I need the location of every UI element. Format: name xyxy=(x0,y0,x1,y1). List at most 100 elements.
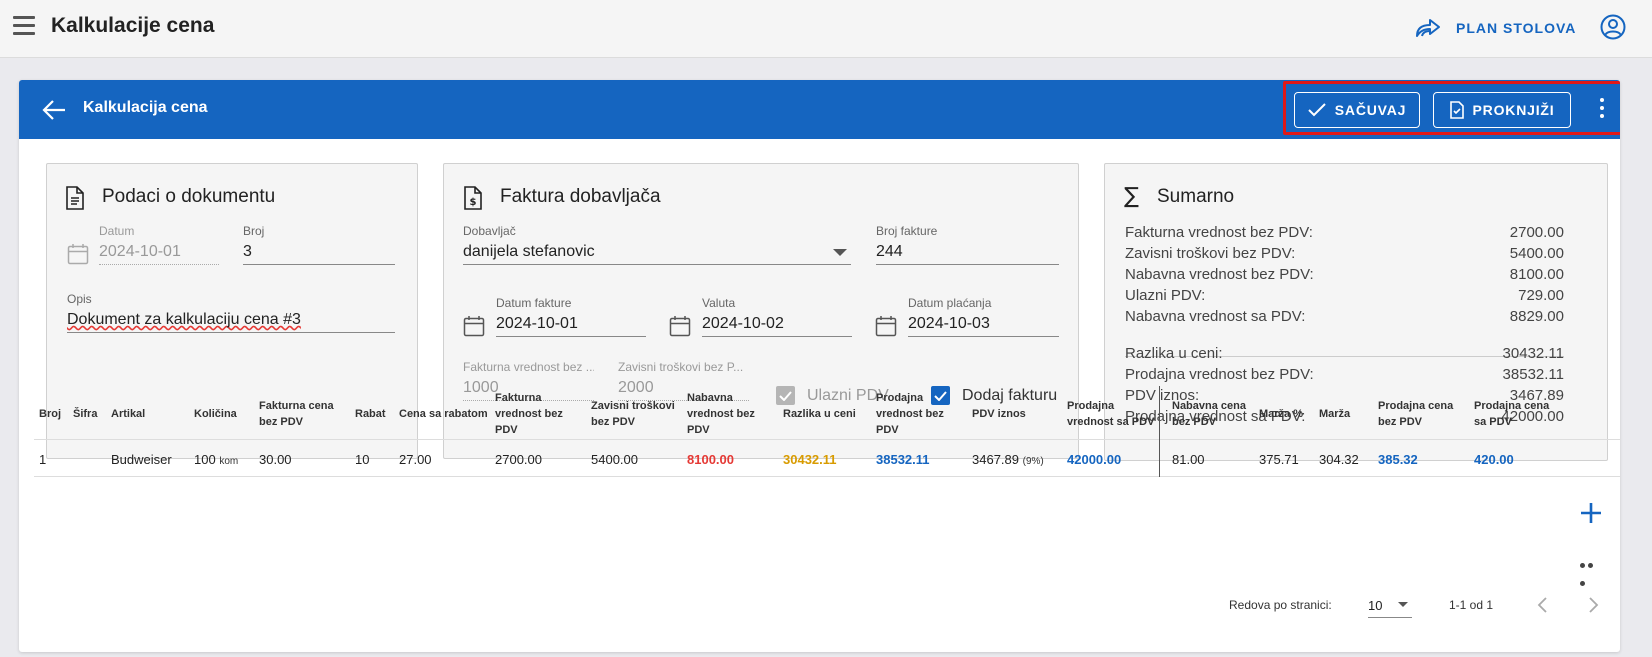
datum-fakture-value[interactable]: 2024-10-01 xyxy=(496,315,646,337)
valuta-value[interactable]: 2024-10-02 xyxy=(702,315,852,337)
summary-label: Fakturna vrednost bez PDV: xyxy=(1125,224,1313,241)
plan-stolova-label: PLAN STOLOVA xyxy=(1456,20,1577,36)
broj-label: Broj xyxy=(243,224,265,238)
dropdown-arrow-icon[interactable] xyxy=(833,249,847,256)
menu-icon[interactable] xyxy=(13,16,35,36)
col-pdv-iznos[interactable]: PDV iznos xyxy=(972,406,1026,422)
table-header: Broj Šifra Artikal Količina Fakturna cen… xyxy=(34,386,1620,440)
col-fakturna-vrednost[interactable]: Fakturna vrednost bez PDV xyxy=(495,390,563,438)
broj-value[interactable]: 3 xyxy=(243,243,395,265)
datum-fakture-label: Datum fakture xyxy=(496,296,572,310)
kolicina-value: 100 xyxy=(194,452,216,467)
plan-stolova-button[interactable]: PLAN STOLOVA xyxy=(1414,14,1576,42)
account-icon[interactable] xyxy=(1600,14,1626,40)
col-marza[interactable]: Marža xyxy=(1319,406,1350,422)
col-label: bez PDV xyxy=(1172,416,1217,428)
col-label: vrednost bez xyxy=(876,408,944,420)
col-cena-sa-rabatom[interactable]: Cena sa rabatom xyxy=(399,406,488,422)
check-icon xyxy=(1308,103,1326,117)
col-broj[interactable]: Broj xyxy=(39,406,61,422)
summary-label: Razlika u ceni: xyxy=(1125,345,1223,362)
broj-fakture-value[interactable]: 244 xyxy=(876,243,1059,265)
col-label: Prodajna xyxy=(876,392,924,404)
calendar-icon[interactable] xyxy=(875,315,897,337)
summary-value: 5400.00 xyxy=(1509,245,1564,262)
col-sifra[interactable]: Šifra xyxy=(73,406,97,422)
col-rabat[interactable]: Rabat xyxy=(355,406,386,422)
document-check-icon xyxy=(1449,101,1464,119)
dobavljac-label: Dobavljač xyxy=(463,224,516,238)
col-marza-pct[interactable]: Marža % xyxy=(1259,406,1303,422)
more-horiz-icon[interactable] xyxy=(1580,555,1602,586)
col-kolicina[interactable]: Količina xyxy=(194,406,237,422)
save-button[interactable]: SAČUVAJ xyxy=(1294,92,1420,128)
summary-row: Zavisni troškovi bez PDV: 5400.00 xyxy=(1125,245,1564,262)
col-prodajna-sa-pdv[interactable]: Prodajna vrednost sa PDV xyxy=(1067,398,1154,430)
rows-per-page-select[interactable]: 10 xyxy=(1368,594,1412,618)
col-label: vrednost bez xyxy=(687,408,755,420)
cell-pdv-iznos: 3467.89 (9%) xyxy=(972,452,1044,467)
opis-label: Opis xyxy=(67,292,92,306)
summary-row: Fakturna vrednost bez PDV: 2700.00 xyxy=(1125,224,1564,241)
kolicina-unit: kom xyxy=(219,456,239,467)
opis-text: Dokument za kalkulaciju cena #3 xyxy=(67,311,301,328)
col-razlika[interactable]: Razlika u ceni xyxy=(783,406,856,422)
dobavljac-field[interactable]: Dobavljač danijela stefanovic xyxy=(463,224,851,265)
add-row-icon[interactable] xyxy=(1578,500,1604,526)
invoice-dollar-icon: $ xyxy=(464,186,482,210)
dobavljac-value[interactable]: danijela stefanovic xyxy=(463,243,851,265)
col-prodajna-vrednost[interactable]: Prodajna vrednost bez PDV xyxy=(876,390,944,438)
col-nabavna-vrednost[interactable]: Nabavna vrednost bez PDV xyxy=(687,390,755,438)
opis-value[interactable]: Dokument za kalkulaciju cena #3 xyxy=(67,311,395,333)
col-label: Fakturna xyxy=(495,392,542,404)
col-prodajna-cena-sa[interactable]: Prodajna cena sa PDV xyxy=(1474,398,1549,430)
col-label: PDV xyxy=(876,424,899,436)
datum-fakture-field[interactable]: Datum fakture 2024-10-01 xyxy=(496,296,646,337)
calendar-icon[interactable] xyxy=(669,315,691,337)
col-label: Prodajna cena xyxy=(1378,400,1454,412)
pdv-pct: (9%) xyxy=(1022,456,1044,467)
card-header: Kalkulacija cena SAČUVAJ PROKNJIŽI xyxy=(19,80,1620,139)
table-row[interactable]: 1 Budweiser 100 kom 30.00 10 27.00 2700.… xyxy=(34,441,1620,477)
datum-placanja-value[interactable]: 2024-10-03 xyxy=(908,315,1059,337)
col-nabavna-cena[interactable]: Nabavna cena bez PDV xyxy=(1172,398,1246,430)
document-icon xyxy=(66,186,84,210)
broj-fakture-label: Broj fakture xyxy=(876,224,938,238)
col-label: Prodajna cena xyxy=(1474,400,1550,412)
cell-marza-pct: 375.71 xyxy=(1259,452,1299,467)
invoice-panel-title: Faktura dobavljača xyxy=(500,186,661,207)
cell-fakturna-vrednost: 2700.00 xyxy=(495,452,542,467)
summary-row: Prodajna vrednost bez PDV: 38532.11 xyxy=(1125,366,1564,383)
back-arrow-icon[interactable] xyxy=(41,97,67,123)
col-label: vrednost sa PDV xyxy=(1067,416,1155,428)
cell-prodajna-sa-pdv: 42000.00 xyxy=(1067,452,1122,467)
col-label: Nabavna cena xyxy=(1172,400,1246,412)
summary-label: Nabavna vrednost bez PDV: xyxy=(1125,266,1314,283)
column-divider xyxy=(1159,386,1160,477)
valuta-field[interactable]: Valuta 2024-10-02 xyxy=(702,296,852,337)
chevron-right-icon[interactable] xyxy=(1585,596,1601,614)
cell-prodajna-cena-bez: 385.32 xyxy=(1378,452,1418,467)
datum-field: Datum 2024-10-01 xyxy=(99,224,219,265)
calendar-icon[interactable] xyxy=(463,315,485,337)
cell-prodajna-cena-sa: 420.00 xyxy=(1474,452,1514,467)
summary-value: 8829.00 xyxy=(1509,308,1564,325)
cell-rabat: 10 xyxy=(355,452,370,467)
col-fakturna-cena[interactable]: Fakturna cena bez PDV xyxy=(259,398,334,430)
cell-nabavna-cena: 81.00 xyxy=(1172,452,1205,467)
pagination-range: 1-1 od 1 xyxy=(1449,598,1494,612)
more-vert-icon[interactable] xyxy=(1597,98,1607,122)
broj-field[interactable]: Broj 3 xyxy=(243,224,395,265)
col-zavisni-troskovi[interactable]: Zavisni troškovi bez PDV xyxy=(591,398,675,430)
col-prodajna-cena-bez[interactable]: Prodajna cena bez PDV xyxy=(1378,398,1453,430)
opis-field[interactable]: Opis Dokument za kalkulaciju cena #3 xyxy=(67,292,395,333)
calendar-icon xyxy=(67,244,89,265)
book-button[interactable]: PROKNJIŽI xyxy=(1433,92,1571,128)
datum-label: Datum xyxy=(99,224,135,238)
chevron-left-icon[interactable] xyxy=(1535,596,1551,614)
zavisni-troskovi-label: Zavisni troškovi bez P... xyxy=(618,360,744,374)
broj-fakture-field[interactable]: Broj fakture 244 xyxy=(876,224,1059,265)
col-artikal[interactable]: Artikal xyxy=(111,406,145,422)
datum-placanja-field[interactable]: Datum plaćanja 2024-10-03 xyxy=(908,296,1059,337)
rows-per-page-value: 10 xyxy=(1368,598,1383,613)
